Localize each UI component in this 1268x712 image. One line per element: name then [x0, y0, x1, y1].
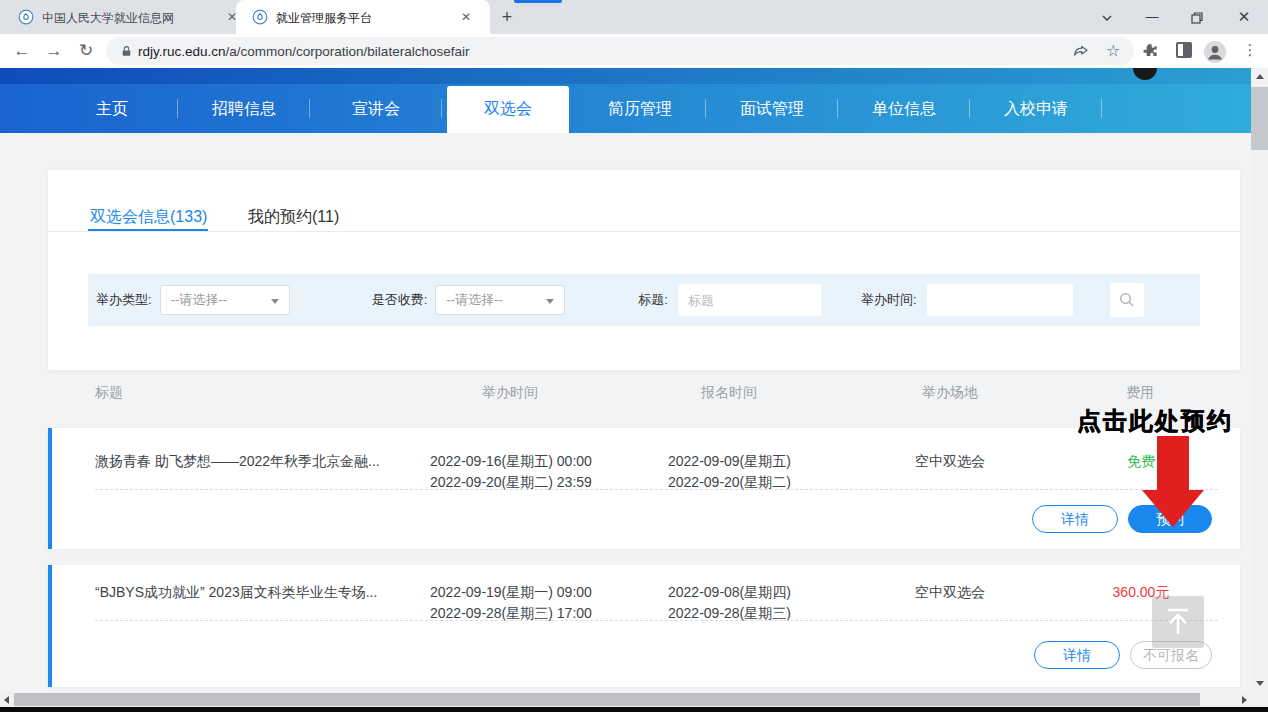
- scroll-left-icon[interactable]: [4, 696, 9, 704]
- share-icon[interactable]: [1072, 42, 1090, 60]
- detail-button[interactable]: 详情: [1032, 505, 1118, 533]
- browser-toolbar: ← → ↻ rdjy.ruc.edu.cn/a/common/corporati…: [0, 34, 1268, 68]
- jobfair-panel: 双选会信息(133) 我的预约(11) 举办类型: --请选择-- 是否收费: …: [48, 170, 1240, 370]
- window-close-button[interactable]: ✕: [1228, 0, 1260, 34]
- col-hold-time: 举办时间: [482, 384, 538, 402]
- jobfair-row-1: 激扬青春 助飞梦想——2022年秋季北京金融... 2022-09-16(星期五…: [48, 428, 1240, 549]
- tab-title: 就业管理服务平台: [276, 10, 446, 27]
- filter-time-label: 举办时间:: [861, 291, 917, 309]
- address-bar[interactable]: rdjy.ruc.edu.cn/a/common/corporation/bil…: [106, 37, 1134, 65]
- row-divider: [95, 620, 1218, 621]
- row-venue: 空中双选会: [915, 451, 985, 472]
- window-minimize-button[interactable]: —: [1136, 0, 1168, 34]
- row-divider: [95, 489, 1218, 490]
- browser-tab-1[interactable]: 中国人民大学就业信息网 ✕: [8, 0, 236, 34]
- detail-button[interactable]: 详情: [1034, 641, 1120, 669]
- site-top-strip: [0, 68, 1251, 84]
- nav-item-jobs[interactable]: 招聘信息: [178, 84, 310, 133]
- filter-bar: 举办类型: --请选择-- 是否收费: --请选择-- 标题: 举办时间:: [88, 274, 1200, 326]
- horizontal-scrollbar-thumb[interactable]: [14, 693, 1200, 706]
- col-fee: 费用: [1126, 384, 1154, 402]
- filter-fee-label: 是否收费:: [372, 291, 428, 309]
- back-to-top-button[interactable]: [1152, 596, 1204, 648]
- row-signup-time: 2022-09-08(星期四) 2022-09-28(星期三): [668, 582, 791, 624]
- back-to-top-icon: [1165, 608, 1191, 636]
- search-button[interactable]: [1110, 283, 1144, 317]
- reload-icon[interactable]: ↻: [76, 41, 96, 61]
- row-hold-time: 2022-09-16(星期五) 00:00 2022-09-20(星期二) 23…: [430, 451, 592, 493]
- nav-item-home[interactable]: 主页: [46, 84, 178, 133]
- time-input[interactable]: [927, 284, 1073, 316]
- scrollbar-corner: [1251, 692, 1268, 707]
- col-venue: 举办场地: [922, 384, 978, 402]
- chevron-down-icon: [271, 299, 279, 304]
- url-path: /a/common/corporation/bilateralchosefair: [226, 44, 470, 59]
- tab-jobfair-info[interactable]: 双选会信息(133): [90, 207, 207, 228]
- tab-search-chevron-icon[interactable]: [1091, 0, 1123, 34]
- chevron-down-icon: [546, 299, 554, 304]
- row-hold-time: 2022-09-19(星期一) 09:00 2022-09-28(星期三) 17…: [430, 582, 592, 624]
- filter-title-label: 标题:: [638, 291, 668, 309]
- notification-strip: [514, 0, 562, 3]
- row-fee: 免费: [1127, 451, 1155, 472]
- vertical-scrollbar-thumb[interactable]: [1251, 87, 1268, 150]
- row-venue: 空中双选会: [915, 582, 985, 603]
- profile-avatar[interactable]: [1204, 41, 1224, 61]
- lock-icon: [120, 45, 133, 58]
- scroll-right-icon[interactable]: [1242, 696, 1247, 704]
- extensions-puzzle-icon[interactable]: [1140, 41, 1160, 61]
- browser-tab-2-active[interactable]: 就业管理服务平台 ✕: [236, 0, 490, 34]
- scroll-down-icon[interactable]: [1256, 681, 1264, 686]
- nav-item-infosession[interactable]: 宣讲会: [310, 84, 442, 133]
- bookmark-star-icon[interactable]: ☆: [1106, 42, 1124, 60]
- back-icon[interactable]: ←: [12, 41, 32, 61]
- close-tab-icon[interactable]: ✕: [458, 9, 474, 25]
- search-icon: [1119, 292, 1135, 308]
- col-signup-time: 报名时间: [701, 384, 757, 402]
- row-signup-time: 2022-09-09(星期五) 2022-09-20(星期二): [668, 451, 791, 493]
- nav-item-interview[interactable]: 面试管理: [706, 84, 838, 133]
- annotation-arrow: [1157, 436, 1189, 490]
- url-domain: rdjy.ruc.edu.cn: [138, 44, 226, 59]
- url-text: rdjy.ruc.edu.cn/a/common/corporation/bil…: [138, 44, 469, 59]
- tab-title: 中国人民大学就业信息网: [42, 10, 192, 27]
- window-restore-button[interactable]: [1181, 0, 1213, 34]
- site-navbar: 主页 招聘信息 宣讲会 双选会 简历管理 面试管理 单位信息 入校申请: [0, 84, 1251, 133]
- browser-menu-dots-icon[interactable]: ⋮: [1240, 41, 1260, 61]
- taskbar-edge: [0, 707, 1268, 712]
- horizontal-scrollbar[interactable]: [0, 692, 1251, 707]
- tabs-divider: [48, 231, 1240, 232]
- nav-item-jobfair-active[interactable]: 双选会: [442, 84, 574, 133]
- nav-item-resume[interactable]: 简历管理: [574, 84, 706, 133]
- nav-item-campus-entry[interactable]: 入校申请: [970, 84, 1102, 133]
- jobfair-row-2: “BJBYS成功就业” 2023届文科类毕业生专场... 2022-09-19(…: [48, 565, 1240, 687]
- title-input[interactable]: [678, 284, 821, 316]
- type-select[interactable]: --请选择--: [160, 285, 290, 315]
- nav-item-company[interactable]: 单位信息: [838, 84, 970, 133]
- new-tab-button[interactable]: +: [497, 7, 517, 27]
- web-page: 主页 招聘信息 宣讲会 双选会 简历管理 面试管理 单位信息 入校申请 双选会信…: [0, 68, 1251, 692]
- forward-icon[interactable]: →: [44, 41, 64, 61]
- fee-select[interactable]: --请选择--: [435, 285, 565, 315]
- tab-my-reservations[interactable]: 我的预约(11): [248, 207, 339, 228]
- annotation-arrow-head: [1142, 490, 1204, 527]
- table-header: 标题 举办时间 报名时间 举办场地 费用: [0, 384, 1251, 404]
- filter-type-label: 举办类型:: [96, 291, 152, 309]
- browser-tab-strip: 中国人民大学就业信息网 ✕ 就业管理服务平台 ✕ + — ✕: [0, 0, 1268, 34]
- annotation-click-here: 点击此处预约: [1077, 405, 1233, 437]
- col-title: 标题: [95, 384, 123, 402]
- row-title[interactable]: 激扬青春 助飞梦想——2022年秋季北京金融...: [95, 451, 425, 472]
- ruc-logo-icon: [252, 9, 268, 25]
- row-title[interactable]: “BJBYS成功就业” 2023届文科类毕业生专场...: [95, 582, 425, 603]
- vertical-scrollbar[interactable]: [1251, 68, 1268, 692]
- ruc-logo-icon: [18, 9, 34, 25]
- side-panel-icon[interactable]: [1175, 41, 1195, 61]
- scroll-up-icon[interactable]: [1256, 74, 1264, 79]
